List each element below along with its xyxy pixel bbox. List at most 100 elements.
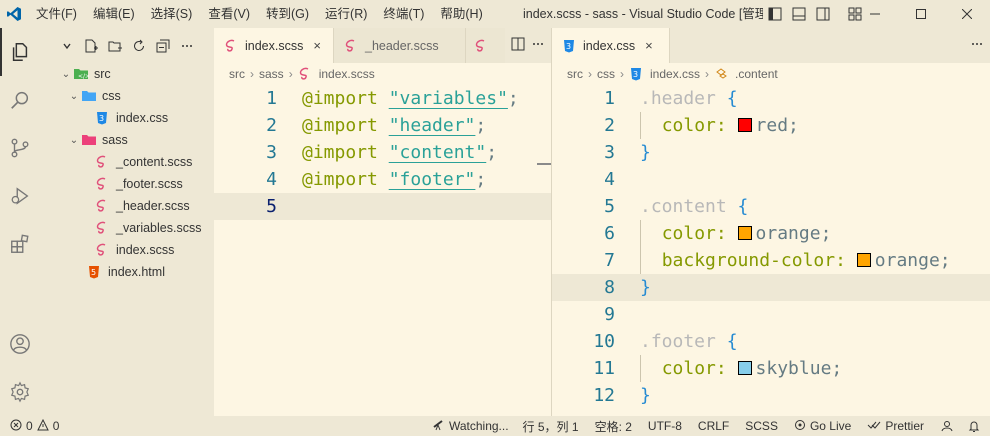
extensions-icon[interactable]	[0, 220, 40, 268]
vscode-logo-icon[interactable]	[0, 0, 28, 28]
code-brace: {	[726, 88, 738, 109]
code-line: 2 @import "header";	[214, 112, 551, 139]
tab-header-scss[interactable]: _header.scss	[334, 28, 466, 63]
go-live-button[interactable]: Go Live	[786, 416, 859, 436]
search-icon[interactable]	[0, 76, 40, 124]
tree-label: index.html	[108, 265, 165, 279]
broadcast-icon	[794, 419, 806, 434]
problems-status[interactable]: 0 0	[0, 416, 65, 436]
svg-text:</>: </>	[78, 73, 89, 80]
close-window-icon[interactable]	[944, 0, 990, 28]
breadcrumb-item[interactable]: sass	[259, 67, 284, 81]
collapse-all-icon[interactable]	[152, 35, 174, 57]
prettier-label: Prettier	[885, 419, 924, 433]
tab-overflow[interactable]	[466, 28, 506, 63]
close-icon[interactable]: ×	[645, 38, 653, 53]
menu-selection[interactable]: 选择(S)	[143, 0, 201, 28]
menu-view[interactable]: 查看(V)	[200, 0, 258, 28]
account-icon[interactable]	[0, 320, 40, 368]
breadcrumb-item[interactable]: src	[567, 67, 583, 81]
code-editor-left[interactable]: 1 @import "variables"; 2 @import "header…	[214, 85, 551, 220]
encoding-status[interactable]: UTF-8	[640, 416, 690, 436]
code-keyword: @import	[302, 142, 378, 163]
svg-text:5: 5	[91, 268, 96, 277]
toggle-sidebar-icon[interactable]	[763, 0, 787, 28]
tree-folder-src[interactable]: ⌄ </> src	[40, 63, 214, 85]
close-icon[interactable]: ×	[313, 38, 321, 53]
breadcrumb-item[interactable]: .content	[735, 67, 778, 81]
line-number: 11	[593, 358, 615, 379]
css-selector: .footer	[640, 331, 716, 352]
css-value: skyblue;	[755, 358, 843, 379]
tree-file-index-html[interactable]: 5 index.html	[40, 261, 214, 283]
more-actions-icon[interactable]	[176, 35, 198, 57]
breadcrumb-item[interactable]: src	[229, 67, 245, 81]
settings-gear-icon[interactable]	[0, 368, 40, 416]
indentation-status[interactable]: 空格: 2	[587, 416, 640, 436]
tree-folder-sass[interactable]: ⌄ sass	[40, 129, 214, 151]
cursor-position[interactable]: 行 5，列 1	[515, 416, 587, 436]
menu-help[interactable]: 帮助(H)	[432, 0, 490, 28]
more-actions-icon[interactable]	[970, 37, 984, 54]
sass-file-icon	[95, 155, 113, 169]
title-bar: 文件(F) 编辑(E) 选择(S) 查看(V) 转到(G) 运行(R) 终端(T…	[0, 0, 990, 28]
run-debug-icon[interactable]	[0, 172, 40, 220]
breadcrumb-item[interactable]: index.scss	[319, 67, 375, 81]
code-line: 2 color: red;	[552, 112, 990, 139]
line-number: 5	[604, 196, 615, 217]
menu-run[interactable]: 运行(R)	[317, 0, 375, 28]
color-swatch-orange[interactable]	[737, 226, 752, 240]
tree-file-variables-scss[interactable]: _variables.scss	[40, 217, 214, 239]
tree-file-footer-scss[interactable]: _footer.scss	[40, 173, 214, 195]
explorer-icon[interactable]	[0, 28, 40, 76]
chevron-right-icon: ›	[250, 67, 254, 81]
tree-label: _content.scss	[116, 155, 193, 169]
notifications-bell-icon[interactable]	[962, 416, 990, 436]
eol-status[interactable]: CRLF	[690, 416, 737, 436]
feedback-icon[interactable]	[932, 416, 962, 436]
split-editor-icon[interactable]	[511, 37, 525, 54]
source-control-icon[interactable]	[0, 124, 40, 172]
code-line: 10 .footer {	[552, 328, 990, 355]
menu-go[interactable]: 转到(G)	[258, 0, 317, 28]
new-file-icon[interactable]	[80, 35, 102, 57]
color-swatch-skyblue[interactable]	[737, 361, 752, 375]
menu-terminal[interactable]: 终端(T)	[375, 0, 432, 28]
color-swatch-red[interactable]	[737, 118, 752, 132]
code-line-current: 8 }	[552, 274, 990, 301]
maximize-icon[interactable]	[898, 0, 944, 28]
tree-file-index-css[interactable]: 3 index.css	[40, 107, 214, 129]
more-actions-icon[interactable]	[531, 37, 545, 54]
new-folder-icon[interactable]	[104, 35, 126, 57]
tree-file-index-scss[interactable]: index.scss	[40, 239, 214, 261]
folder-sass-icon	[81, 133, 99, 147]
chevron-down-icon[interactable]	[56, 35, 78, 57]
code-editor-right[interactable]: 1 .header { 2 color: red; 3 } 4 5 .conte…	[552, 85, 990, 409]
code-string: "header"	[388, 115, 476, 136]
toggle-secondary-sidebar-icon[interactable]	[811, 0, 835, 28]
sass-watch-status[interactable]: Watching...	[426, 416, 515, 436]
tree-folder-css[interactable]: ⌄ css	[40, 85, 214, 107]
prettier-status[interactable]: Prettier	[859, 416, 932, 436]
minimize-icon[interactable]	[852, 0, 898, 28]
svg-text:3: 3	[566, 42, 571, 51]
line-number: 1	[266, 88, 277, 109]
folder-css-icon	[81, 89, 99, 103]
tree-file-content-scss[interactable]: _content.scss	[40, 151, 214, 173]
menu-edit[interactable]: 编辑(E)	[85, 0, 143, 28]
css-property: color:	[661, 223, 738, 244]
refresh-icon[interactable]	[128, 35, 150, 57]
line-number: 6	[604, 223, 615, 244]
tab-index-css[interactable]: 3 index.css ×	[552, 28, 670, 63]
code-punctuation: ;	[507, 88, 519, 109]
css-selector: .content	[640, 196, 727, 217]
menu-file[interactable]: 文件(F)	[28, 0, 85, 28]
tab-index-scss[interactable]: index.scss ×	[214, 28, 334, 63]
color-swatch-orange[interactable]	[856, 253, 871, 267]
css-value: red;	[755, 115, 799, 136]
language-mode[interactable]: SCSS	[737, 416, 786, 436]
breadcrumb-item[interactable]: index.css	[650, 67, 700, 81]
breadcrumb-item[interactable]: css	[597, 67, 615, 81]
toggle-panel-icon[interactable]	[787, 0, 811, 28]
tree-file-header-scss[interactable]: _header.scss	[40, 195, 214, 217]
